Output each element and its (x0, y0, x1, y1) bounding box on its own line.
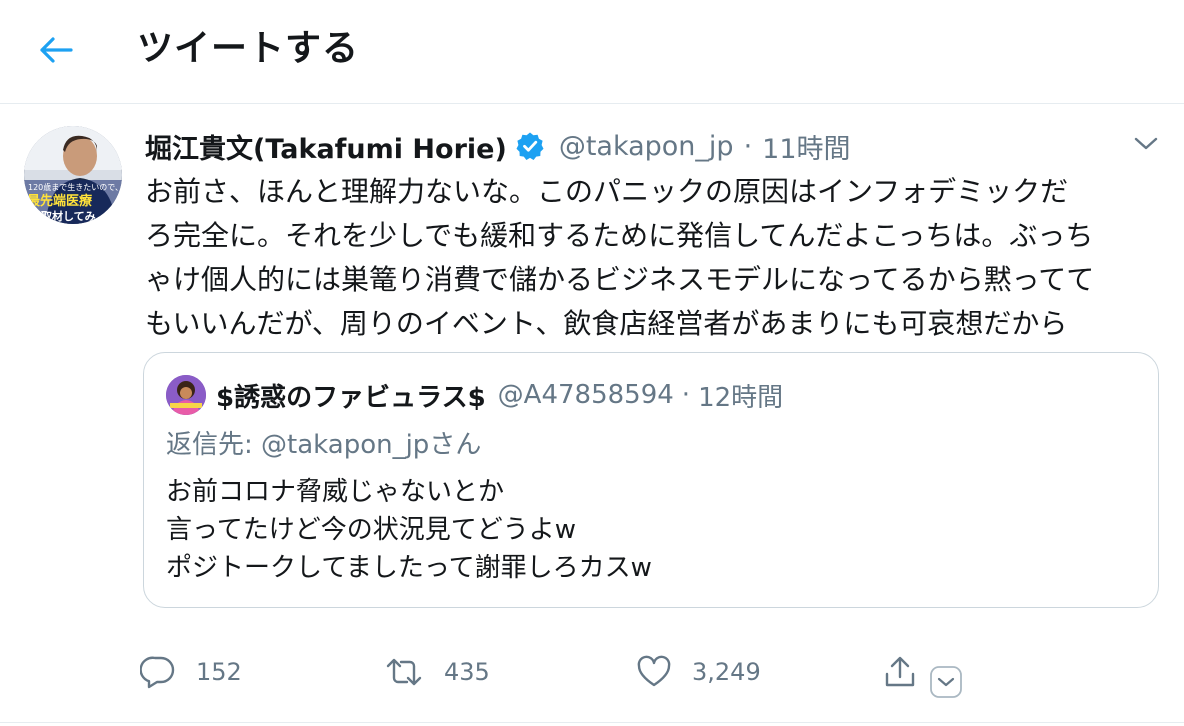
separator-dot: · (681, 380, 691, 410)
share-icon (885, 656, 915, 687)
quoted-tweet-text: お前コロナ脅威じゃないとか 言ってたけど今の状況見てどうよw ポジトークしてまし… (166, 473, 652, 587)
quoted-author-avatar (166, 375, 206, 415)
quoted-timestamp: 12時間 (698, 382, 784, 413)
tweet-text-line: ゃけ個人的には巣篭り消費で儲かるビジネスモデルになってるから黙ってて (145, 263, 1095, 296)
separator-dot: · (743, 130, 753, 162)
avatar-caption-2: 最先端医療 (27, 193, 93, 209)
quoted-author-row: $誘惑のファビュラス$ @A47858594 · 12時間 (216, 373, 783, 417)
arrow-left-icon (40, 37, 73, 63)
tweet-text-line: ろ完全に。それを少しでも緩和するために発信してんだよこっちは。ぶっち (145, 219, 1094, 252)
share-button[interactable] (882, 648, 918, 696)
share-menu-button[interactable] (928, 664, 964, 700)
avatar-image: 120歳まで生きたいので、 最先端医療 を取材してみ (24, 126, 122, 224)
divider (0, 722, 1184, 723)
tweet-timestamp[interactable]: 11時間 (762, 127, 850, 166)
heart-icon (637, 655, 671, 687)
reply-count: 152 (196, 658, 242, 686)
retweet-count: 435 (444, 658, 490, 686)
more-options-button[interactable] (1128, 126, 1164, 162)
replying-to-prefix: 返信先: (166, 430, 262, 460)
reply-icon (140, 656, 175, 689)
quoted-text-line: 言ってたけど今の状況見てどうよw (166, 515, 576, 545)
quoted-display-name: $誘惑のファビュラス$ (216, 382, 486, 413)
quoted-text-line: ポジトークしてましたって謝罪しろカスw (166, 553, 652, 583)
quoted-text-line: お前コロナ脅威じゃないとか (166, 477, 505, 507)
page-header: ツイートする (0, 0, 1184, 104)
like-count: 3,249 (692, 658, 761, 686)
tweet-text-line: もいいんだが、周りのイベント、飲食店経営者があまりにも可哀想だから (145, 307, 1068, 340)
replying-to: 返信先: @takapon_jpさん (166, 425, 481, 465)
quoted-handle: @A47858594 (497, 380, 674, 410)
quoted-tweet[interactable]: $誘惑のファビュラス$ @A47858594 · 12時間 返信先: @taka… (143, 352, 1159, 608)
avatar-caption-1: 120歳まで生きたいので、 (28, 182, 122, 192)
page-title: ツイートする (137, 28, 360, 69)
author-display-name[interactable]: 堀江貴文(Takafumi Horie) (145, 127, 507, 166)
avatar-caption-3: を取材してみ (30, 209, 96, 223)
verified-badge-icon (515, 131, 545, 161)
retweet-icon (386, 658, 422, 686)
author-avatar[interactable]: 120歳まで生きたいので、 最先端医療 を取材してみ (24, 126, 122, 224)
tweet-text: お前さ、ほんと理解力ないな。このパニックの原因はインフォデミックだ ろ完全に。そ… (145, 170, 1165, 346)
chevron-down-icon (930, 666, 962, 698)
reply-button[interactable]: 152 (140, 648, 242, 696)
back-button[interactable] (34, 28, 78, 72)
tweet-text-line: お前さ、ほんと理解力ないな。このパニックの原因はインフォデミックだ (145, 175, 1069, 208)
tweet-actions: 152 435 3,249 (0, 648, 1184, 696)
chevron-down-icon (1134, 137, 1158, 150)
retweet-button[interactable]: 435 (384, 648, 490, 696)
author-row: 堀江貴文(Takafumi Horie) @takapon_jp · 11時間 (145, 124, 851, 168)
replying-to-handle[interactable]: @takapon_jp (261, 430, 429, 460)
like-button[interactable]: 3,249 (636, 648, 761, 696)
author-handle[interactable]: @takapon_jp (559, 131, 734, 162)
replying-to-suffix: さん (429, 430, 482, 460)
